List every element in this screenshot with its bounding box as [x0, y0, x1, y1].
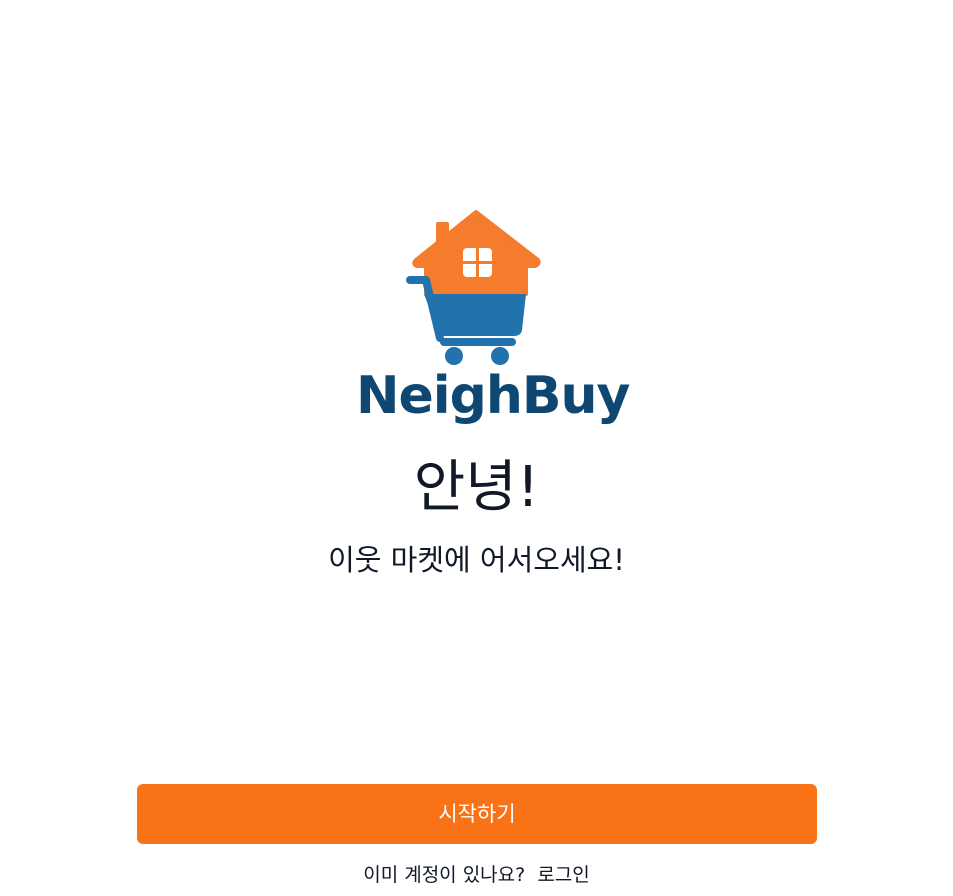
welcome-subtitle: 이웃 마켓에 어서오세요!	[328, 543, 625, 577]
login-prompt-row: 이미 계정이 있나요? 로그인	[0, 860, 953, 890]
greeting-title: 안녕!	[413, 455, 540, 520]
login-link[interactable]: 로그인	[537, 864, 589, 886]
brand-logo: NeighBuy	[356, 210, 630, 430]
house-shopping-cart-icon	[406, 210, 541, 365]
start-button[interactable]: 시작하기	[137, 784, 817, 844]
login-prompt-text: 이미 계정이 있나요?	[363, 864, 526, 886]
brand-wordmark: NeighBuy	[356, 366, 630, 426]
